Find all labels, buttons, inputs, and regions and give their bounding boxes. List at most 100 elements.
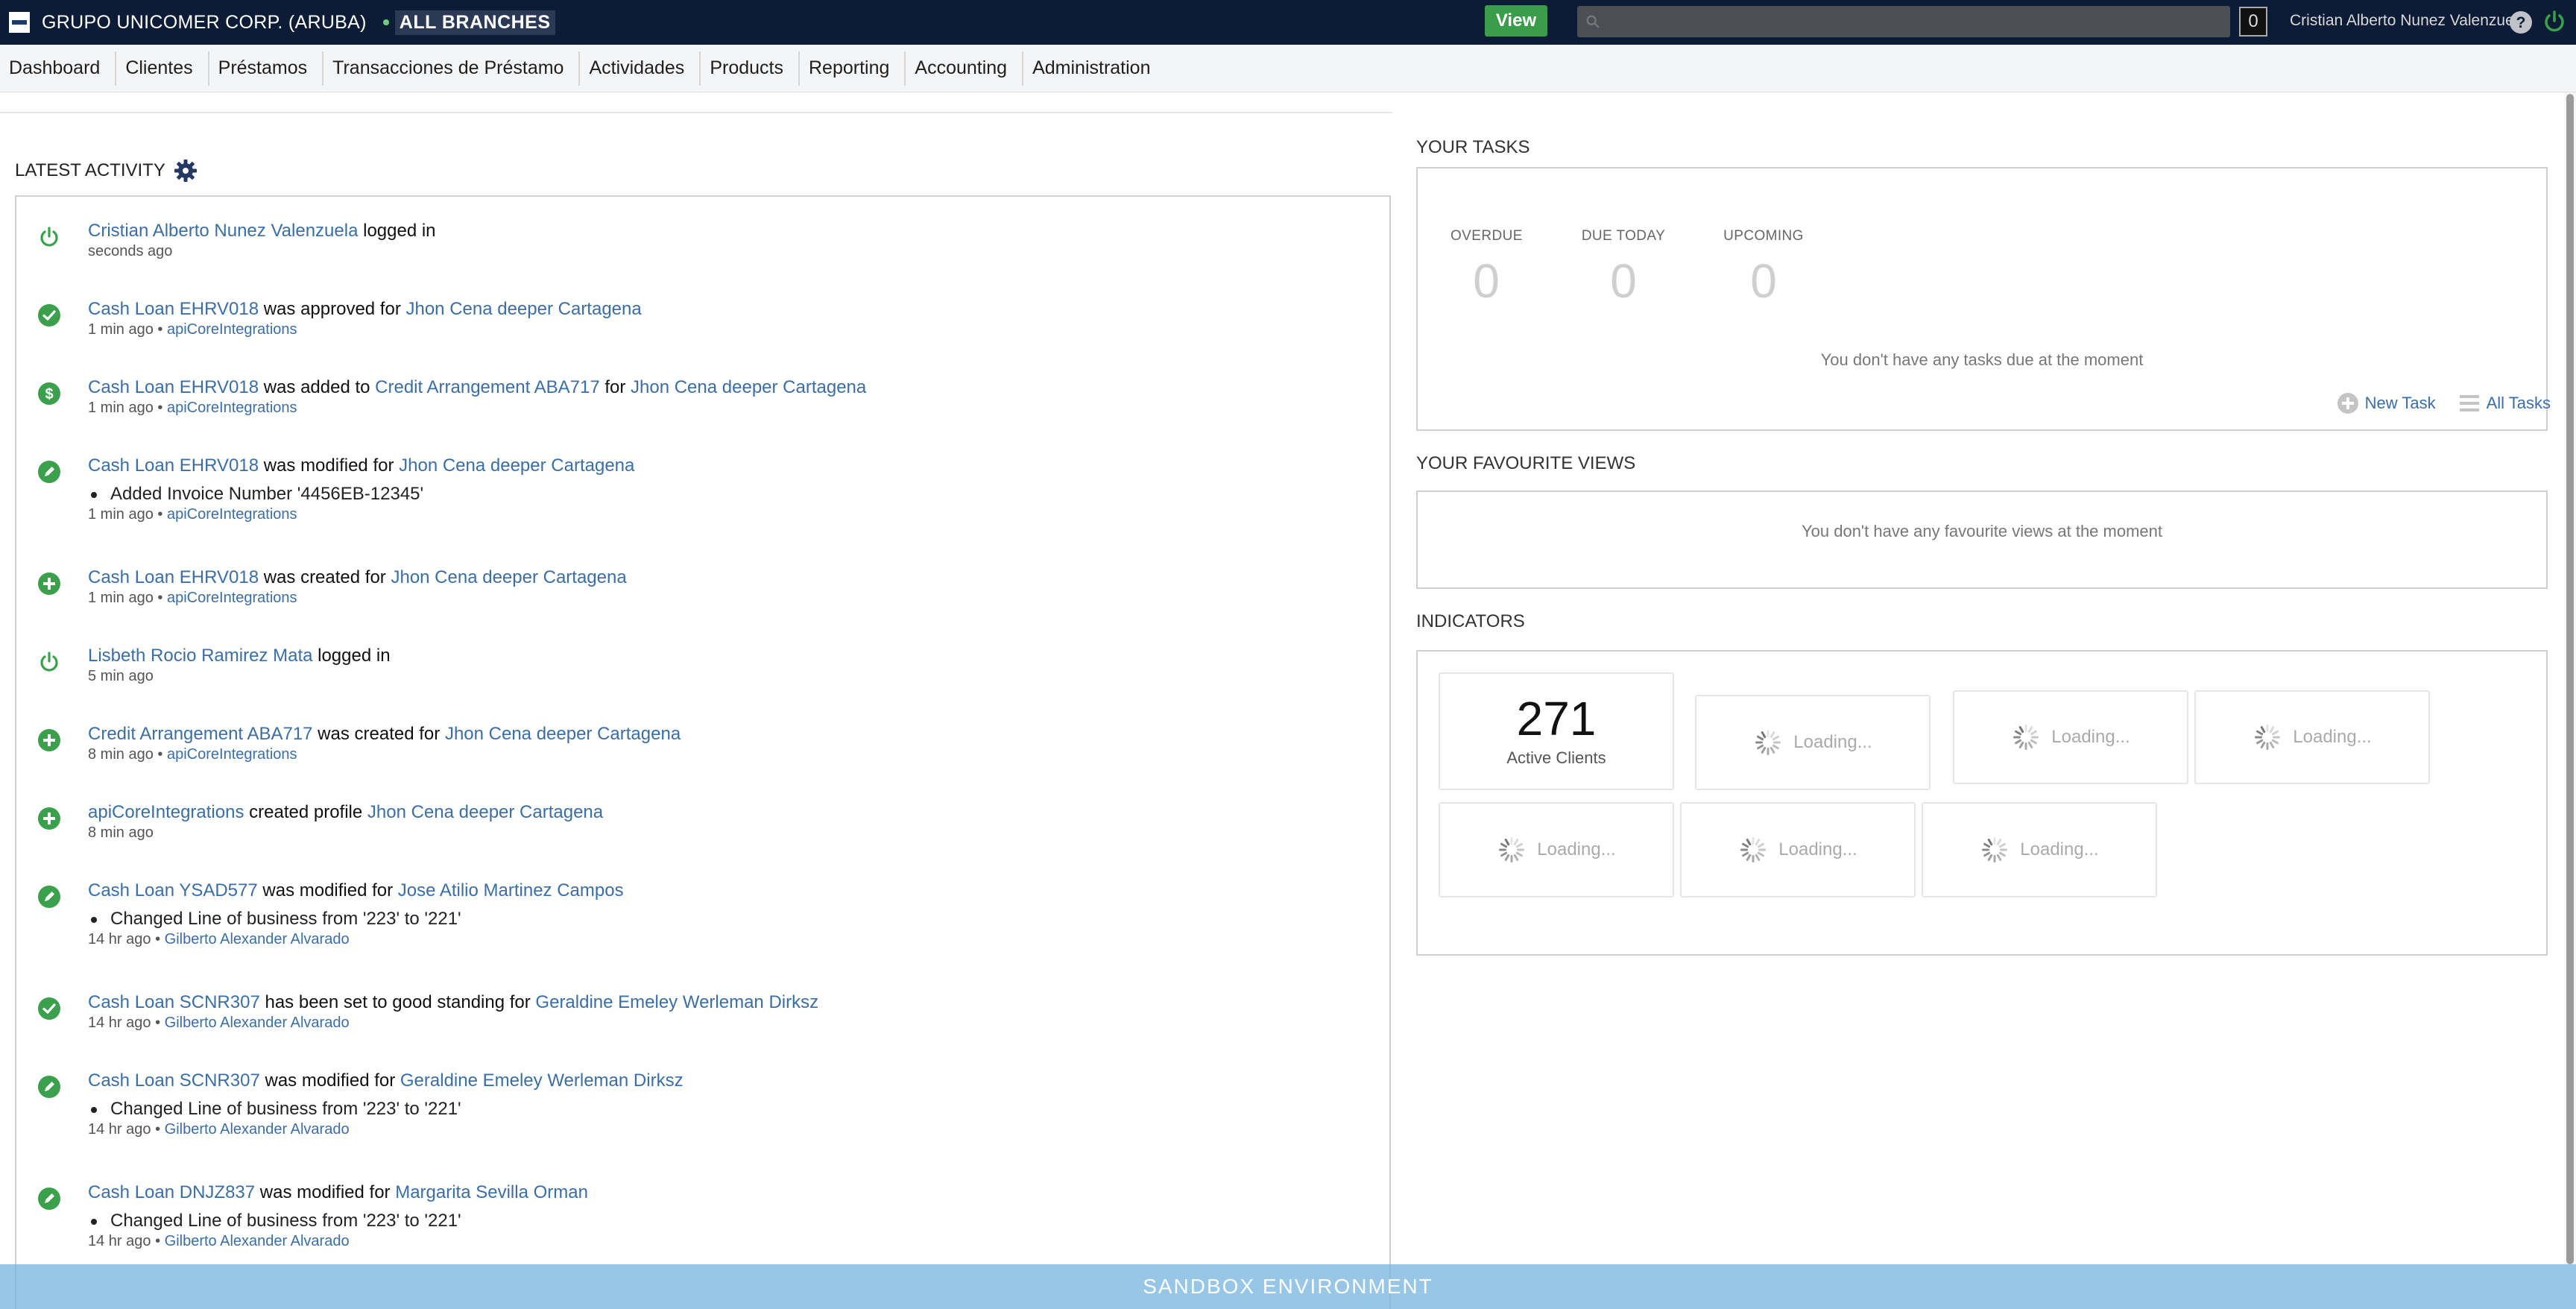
activity-user-link[interactable]: Gilberto Alexander Alvarado xyxy=(165,1121,350,1138)
activity-user-link[interactable]: Gilberto Alexander Alvarado xyxy=(165,1233,350,1249)
activity-link[interactable]: Cash Loan YSAD577 xyxy=(88,880,258,900)
activity-link[interactable]: Cristian Alberto Nunez Valenzuela xyxy=(88,221,358,241)
view-button[interactable]: View xyxy=(1485,5,1547,37)
organization-name[interactable]: GRUPO UNICOMER CORP. (ARUBA) xyxy=(42,12,367,34)
activity-link[interactable]: Credit Arrangement ABA717 xyxy=(375,377,600,397)
nav-item-8[interactable]: Administration xyxy=(1023,51,1165,86)
loading-indicator: Loading... xyxy=(1922,802,2157,898)
spinner-icon xyxy=(2255,725,2281,750)
spinner-icon xyxy=(1499,837,1525,862)
indicators-title: INDICATORS xyxy=(1416,611,1525,631)
global-search[interactable] xyxy=(1577,6,2230,37)
company-logo[interactable] xyxy=(9,12,30,33)
nav-item-0[interactable]: Dashboard xyxy=(0,51,117,86)
activity-text: Cristian Alberto Nunez Valenzuela logged… xyxy=(88,221,436,242)
activity-link[interactable]: Cash Loan DNJZ837 xyxy=(88,1182,255,1202)
logout-power-icon[interactable] xyxy=(2542,9,2567,34)
activity-link[interactable]: Cash Loan EHRV018 xyxy=(88,567,259,587)
activity-link[interactable]: Cash Loan EHRV018 xyxy=(88,377,259,397)
list-icon xyxy=(2459,395,2479,411)
activity-link[interactable]: Cash Loan SCNR307 xyxy=(88,1070,260,1091)
branch-status-dot xyxy=(382,19,389,25)
activity-user-link[interactable]: apiCoreIntegrations xyxy=(167,400,297,416)
nav-item-7[interactable]: Accounting xyxy=(906,51,1024,86)
nav-item-5[interactable]: Products xyxy=(701,51,800,86)
loading-label: Loading... xyxy=(2293,727,2372,747)
activity-user-link[interactable]: apiCoreIntegrations xyxy=(167,321,297,338)
activity-link[interactable]: Jhon Cena deeper Cartagena xyxy=(405,299,641,319)
activity-text: Lisbeth Rocio Ramirez Mata logged in xyxy=(88,646,391,666)
activity-text-fragment: was created for xyxy=(259,567,391,587)
activity-time: 1 min ago xyxy=(88,321,154,338)
upcoming-label: UPCOMING xyxy=(1723,228,1804,244)
user-name[interactable]: Cristian Alberto Nunez Valenzuela xyxy=(2290,12,2526,30)
search-input[interactable] xyxy=(1607,11,2230,32)
activity-time: 1 min ago xyxy=(88,506,154,523)
activity-link[interactable]: Geraldine Emeley Werleman Dirksz xyxy=(535,992,818,1012)
check-icon xyxy=(38,304,60,327)
activity-text-fragment: was modified for xyxy=(259,455,400,476)
branch-label[interactable]: ALL BRANCHES xyxy=(394,10,555,35)
activity-link[interactable]: Jhon Cena deeper Cartagena xyxy=(445,724,681,744)
favourite-views-panel: You don't have any favourite views at th… xyxy=(1416,491,2548,589)
activity-link[interactable]: Lisbeth Rocio Ramirez Mata xyxy=(88,646,312,666)
notification-count[interactable]: 0 xyxy=(2239,7,2267,37)
activity-link[interactable]: Jose Atilio Martinez Campos xyxy=(398,880,624,900)
loading-label: Loading... xyxy=(1793,732,1872,752)
help-icon[interactable]: ? xyxy=(2509,10,2533,34)
plus-icon xyxy=(38,729,60,751)
main-navigation: Dashboard Clientes Préstamos Transacciones … xyxy=(0,45,2576,92)
activity-link[interactable]: Jhon Cena deeper Cartagena xyxy=(631,377,866,397)
activity-text: Cash Loan EHRV018 was modified for Jhon … xyxy=(88,455,634,476)
gear-icon[interactable] xyxy=(173,158,198,183)
separator: • xyxy=(153,321,167,338)
activity-time: 1 min ago xyxy=(88,400,154,416)
separator: • xyxy=(151,1015,165,1031)
activity-user-link[interactable]: apiCoreIntegrations xyxy=(167,746,297,763)
activity-detail: Changed Line of business from '223' to '… xyxy=(91,1099,461,1119)
new-task-button[interactable]: New Task xyxy=(2337,392,2436,414)
activity-text: Cash Loan YSAD577 was modified for Jose … xyxy=(88,880,624,901)
new-task-label: New Task xyxy=(2364,394,2436,412)
svg-text:$: $ xyxy=(45,386,53,403)
activity-link[interactable]: Cash Loan EHRV018 xyxy=(88,455,259,476)
activity-user-link[interactable]: Gilberto Alexander Alvarado xyxy=(165,1015,350,1031)
all-tasks-label: All Tasks xyxy=(2486,394,2551,412)
activity-link[interactable]: Credit Arrangement ABA717 xyxy=(88,724,313,744)
activity-link[interactable]: apiCoreIntegrations xyxy=(88,802,244,822)
activity-user-link[interactable]: apiCoreIntegrations xyxy=(167,590,297,606)
activity-meta: 5 min ago xyxy=(88,668,154,685)
pencil-icon xyxy=(38,461,60,483)
activity-link[interactable]: Cash Loan EHRV018 xyxy=(88,299,259,319)
activity-text-fragment: created profile xyxy=(244,802,367,822)
activity-text: Credit Arrangement ABA717 was created fo… xyxy=(88,724,681,745)
upcoming-tasks[interactable]: UPCOMING 0 xyxy=(1722,228,1805,309)
activity-link[interactable]: Jhon Cena deeper Cartagena xyxy=(367,802,603,822)
activity-link[interactable]: Jhon Cena deeper Cartagena xyxy=(391,567,626,587)
nav-item-4[interactable]: Actividades xyxy=(580,51,701,86)
all-tasks-button[interactable]: All Tasks xyxy=(2458,392,2551,414)
activity-user-link[interactable]: Gilberto Alexander Alvarado xyxy=(165,931,350,947)
activity-time: 14 hr ago xyxy=(88,1233,151,1249)
check-icon xyxy=(38,997,60,1020)
activity-link[interactable]: Margarita Sevilla Orman xyxy=(395,1182,588,1202)
activity-link[interactable]: Geraldine Emeley Werleman Dirksz xyxy=(400,1070,684,1091)
active-clients-indicator[interactable]: 271 Active Clients xyxy=(1439,672,1674,790)
nav-item-1[interactable]: Clientes xyxy=(116,51,209,86)
nav-item-6[interactable]: Reporting xyxy=(800,51,906,86)
activity-link[interactable]: Jhon Cena deeper Cartagena xyxy=(399,455,634,476)
activity-meta: 1 min ago • apiCoreIntegrations xyxy=(88,506,297,523)
overdue-tasks[interactable]: OVERDUE 0 xyxy=(1450,228,1522,309)
activity-text: Cash Loan EHRV018 was created for Jhon C… xyxy=(88,567,627,588)
activity-user-link[interactable]: apiCoreIntegrations xyxy=(167,506,297,523)
loading-label: Loading... xyxy=(1778,839,1857,859)
activity-time: 14 hr ago xyxy=(88,1015,151,1031)
sandbox-environment-banner: SANDBOX ENVIRONMENT xyxy=(0,1264,2576,1309)
activity-link[interactable]: Cash Loan SCNR307 xyxy=(88,992,260,1012)
overdue-count: 0 xyxy=(1473,254,1500,308)
nav-item-3[interactable]: Transacciones de Préstamo xyxy=(323,51,581,86)
nav-item-2[interactable]: Préstamos xyxy=(209,51,324,86)
branch-selector[interactable]: ALL BRANCHES xyxy=(382,10,555,35)
page-scrollbar-thumb[interactable] xyxy=(2566,94,2574,1264)
due-today-tasks[interactable]: DUE TODAY 0 xyxy=(1580,228,1667,309)
